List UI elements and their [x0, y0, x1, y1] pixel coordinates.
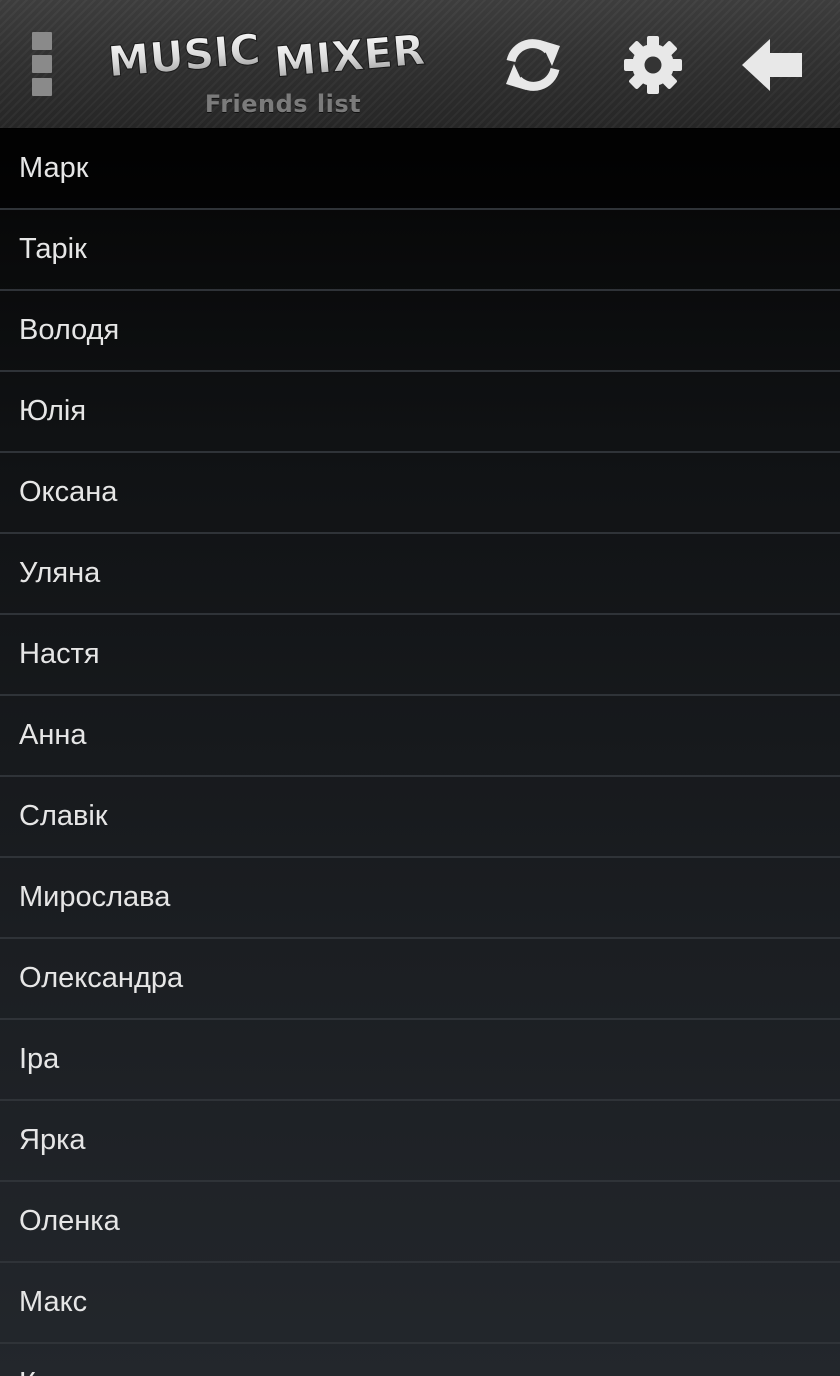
friend-name: Тарік — [19, 233, 87, 265]
friend-list-item[interactable]: Анна — [0, 696, 840, 777]
action-bar: MUSIC MIXER Friends list — [0, 0, 840, 129]
logo-word-music: MUSIC — [106, 24, 262, 86]
friend-list-item[interactable]: Олександра — [0, 939, 840, 1020]
friend-name: Мирослава — [19, 881, 171, 913]
friend-name: Славік — [19, 800, 108, 832]
app-logo: MUSIC MIXER Friends list — [104, 14, 454, 124]
gear-icon — [624, 36, 682, 94]
friend-list-item[interactable]: Ярка — [0, 1101, 840, 1182]
app-screen: MUSIC MIXER Friends list Марк Тарік Воло… — [0, 0, 840, 1376]
friend-list-item[interactable]: Іра — [0, 1020, 840, 1101]
friend-list-item[interactable]: Макс — [0, 1263, 840, 1344]
friend-name: Уляна — [19, 557, 101, 589]
refresh-button[interactable] — [498, 30, 568, 100]
settings-button[interactable] — [618, 30, 688, 100]
menu-dot — [32, 78, 52, 96]
friend-list-item[interactable]: Юлія — [0, 372, 840, 453]
friend-list-item[interactable]: К — [0, 1344, 840, 1376]
friend-name: Оленка — [19, 1205, 120, 1237]
friend-name: Макс — [19, 1286, 88, 1318]
menu-dot — [32, 55, 52, 73]
friend-name: Ярка — [19, 1124, 86, 1156]
friend-name: Анна — [19, 719, 87, 751]
friend-list-item[interactable]: Славік — [0, 777, 840, 858]
friend-list-item[interactable]: Тарік — [0, 210, 840, 291]
friend-name: Олександра — [19, 962, 184, 994]
screen-subtitle: Friends list — [204, 90, 362, 118]
friend-list-item[interactable]: Володя — [0, 291, 840, 372]
logo-word-mixer: MIXER — [272, 25, 427, 87]
friend-name: Володя — [19, 314, 120, 346]
friend-name: К — [19, 1367, 36, 1376]
logo-wordmark: MUSIC MIXER — [105, 24, 427, 87]
friend-list-item[interactable]: Оксана — [0, 453, 840, 534]
friend-list-item[interactable]: Настя — [0, 615, 840, 696]
friends-list: Марк Тарік Володя Юлія Оксана Уляна Настя Анна С… — [0, 129, 840, 1376]
friend-name: Іра — [19, 1043, 60, 1075]
friend-list-item[interactable]: Мирослава — [0, 858, 840, 939]
friend-name: Настя — [19, 638, 100, 670]
menu-dot — [32, 32, 52, 50]
refresh-icon — [506, 39, 560, 91]
friend-name: Оксана — [19, 476, 118, 508]
friend-list-item[interactable]: Уляна — [0, 534, 840, 615]
overflow-menu-icon[interactable] — [22, 30, 62, 98]
friend-list-item[interactable]: Марк — [0, 129, 840, 210]
friend-list-item[interactable]: Оленка — [0, 1182, 840, 1263]
back-button[interactable] — [738, 30, 808, 100]
friend-name: Юлія — [19, 395, 87, 427]
arrow-left-icon — [742, 39, 802, 91]
friend-name: Марк — [19, 152, 89, 184]
